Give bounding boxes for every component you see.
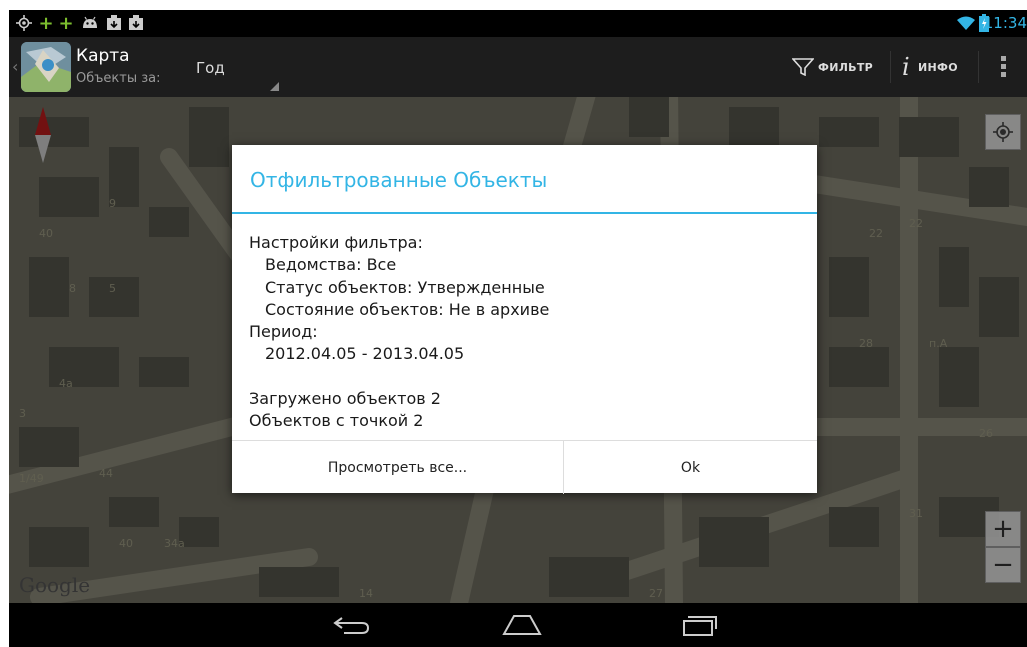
plus-icon: +	[38, 12, 54, 34]
year-spinner[interactable]: Год	[189, 46, 279, 91]
ok-button[interactable]: Ok	[564, 441, 817, 494]
filter-label: ФИЛЬТР	[818, 60, 874, 74]
android-icon	[80, 14, 100, 32]
home-icon	[502, 615, 542, 635]
filtered-objects-dialog: Отфильтрованные Объекты Настройки фильтр…	[232, 145, 817, 494]
recent-apps-icon	[683, 616, 717, 636]
app-subtitle: Объекты за:	[76, 71, 161, 86]
divider	[890, 51, 891, 83]
app-title: Карта	[76, 46, 130, 66]
filter-object-status: Статус объектов: Утвержденные	[265, 277, 545, 297]
info-label: ИНФО	[917, 60, 958, 74]
view-all-button[interactable]: Просмотреть все...	[232, 441, 563, 494]
info-button[interactable]: i ИНФО	[902, 37, 972, 97]
period-heading: Период:	[249, 322, 318, 342]
gps-icon	[15, 14, 33, 32]
spinner-corner-icon	[270, 82, 279, 91]
objects-with-point-count: Объектов с точкой 2	[249, 411, 424, 431]
loaded-objects-count: Загружено объектов 2	[249, 389, 441, 409]
overflow-menu-button[interactable]	[994, 37, 1014, 97]
recent-apps-button[interactable]	[675, 611, 725, 639]
app-map-icon[interactable]	[21, 42, 71, 92]
dialog-title-divider	[232, 212, 817, 214]
back-icon	[333, 617, 370, 634]
back-button[interactable]	[327, 611, 377, 639]
up-caret-icon[interactable]: ‹	[12, 57, 18, 76]
filter-icon	[792, 58, 814, 76]
download-icon	[127, 14, 145, 32]
plus-icon: +	[58, 12, 74, 34]
info-icon: i	[902, 53, 910, 81]
filter-button[interactable]: ФИЛЬТР	[792, 37, 890, 97]
clock: 11:34	[983, 14, 1027, 32]
status-bar: + + 11:34	[9, 10, 1027, 37]
download-icon	[105, 14, 123, 32]
dialog-message: Настройки фильтра: Ведомства: Все Статус…	[249, 232, 809, 433]
filter-settings-heading: Настройки фильтра:	[249, 233, 423, 252]
period-range: 2012.04.05 - 2013.04.05	[265, 344, 465, 364]
home-button[interactable]	[497, 611, 547, 639]
overflow-menu-icon	[1001, 56, 1006, 77]
dialog-button-bar: Просмотреть все... Ok	[232, 440, 817, 494]
filter-object-state: Состояние объектов: Не в архиве	[265, 299, 550, 319]
year-spinner-label: Год	[196, 59, 225, 77]
filter-departments: Ведомства: Все	[265, 255, 397, 275]
navigation-bar	[9, 603, 1027, 647]
action-bar: ‹ Карта Объекты за: Год ФИЛЬТР i ИНФО	[9, 37, 1027, 97]
divider	[978, 51, 979, 83]
wifi-icon	[956, 14, 976, 32]
dialog-title: Отфильтрованные Объекты	[250, 168, 548, 192]
